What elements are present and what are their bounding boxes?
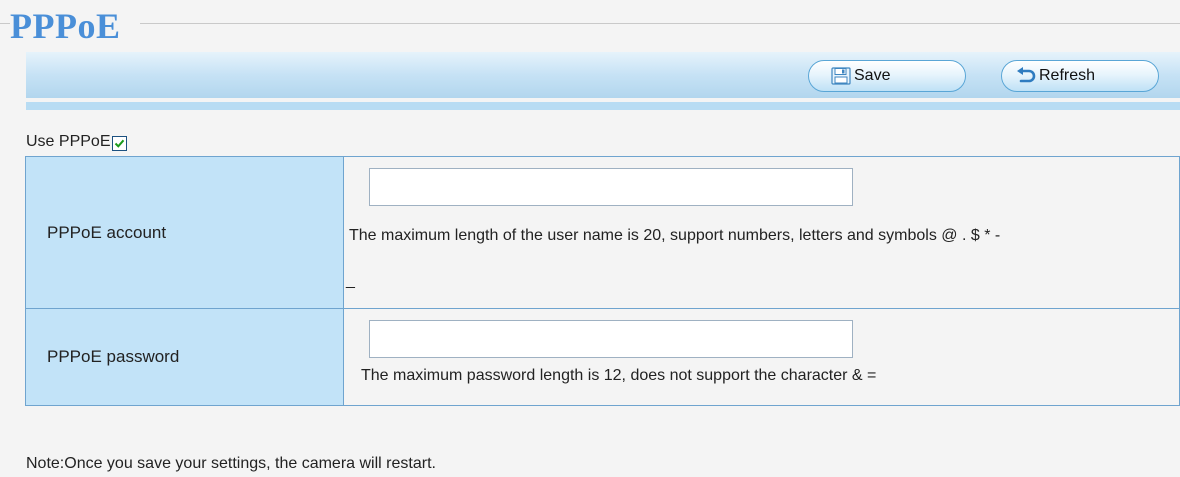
use-pppoe-row: Use PPPoE [26, 133, 128, 151]
account-value-cell: The maximum length of the user name is 2… [343, 156, 1180, 309]
account-label: PPPoE account [25, 156, 344, 309]
pppoe-password-input[interactable] [369, 320, 853, 358]
password-label: PPPoE password [25, 308, 344, 406]
refresh-label: Refresh [1039, 67, 1096, 84]
use-pppoe-checkbox[interactable] [112, 135, 128, 151]
account-hint-extra: _ [346, 272, 355, 289]
title-divider [0, 23, 10, 24]
title-divider [140, 23, 1180, 24]
undo-arrow-icon [1017, 67, 1036, 83]
toolbar-bottom-strip [26, 102, 1180, 110]
account-row: PPPoE account The maximum length of the … [25, 156, 1180, 309]
checkmark-icon [115, 139, 125, 148]
password-hint: The maximum password length is 12, does … [361, 367, 877, 384]
restart-note: Note:Once you save your settings, the ca… [26, 455, 436, 472]
save-button[interactable]: Save [808, 60, 966, 92]
save-label: Save [854, 67, 891, 84]
pppoe-settings-table: PPPoE account The maximum length of the … [25, 156, 1180, 406]
page-title: PPPoE [10, 6, 121, 46]
password-value-cell: The maximum password length is 12, does … [343, 308, 1180, 406]
pppoe-account-input[interactable] [369, 168, 853, 206]
password-row: PPPoE password The maximum password leng… [25, 308, 1180, 406]
floppy-disk-icon [831, 67, 851, 85]
account-hint: The maximum length of the user name is 2… [349, 227, 1001, 244]
refresh-button[interactable]: Refresh [1001, 60, 1159, 92]
toolbar: Save Refresh [26, 52, 1180, 98]
use-pppoe-label: Use PPPoE [26, 133, 111, 150]
